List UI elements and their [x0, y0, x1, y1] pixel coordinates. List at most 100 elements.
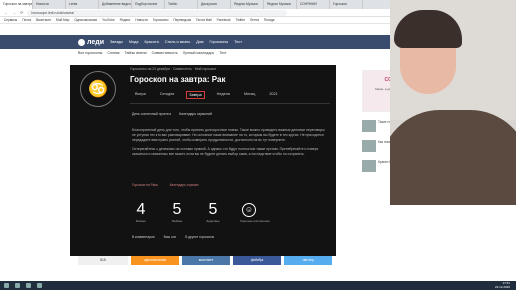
- bookmark-item[interactable]: Вконтакте: [36, 18, 51, 22]
- bookmark-item[interactable]: Twitter: [236, 18, 245, 22]
- bookmark-item[interactable]: YouTube: [102, 18, 115, 22]
- bookmark-item[interactable]: Facebook: [217, 18, 231, 22]
- stat-value: 4: [136, 201, 146, 218]
- nav-item[interactable]: Стиль и жизнь: [165, 40, 191, 44]
- browser-tab[interactable]: Новости: [33, 0, 66, 9]
- system-clock[interactable]: 17:51 23.12.2020: [494, 281, 510, 289]
- stat-love: 5 Любовь: [168, 201, 186, 223]
- stat-health: 5 Здоровье: [204, 201, 222, 223]
- nav-item[interactable]: Дом: [196, 40, 203, 44]
- subnav-item[interactable]: Тест: [219, 51, 226, 56]
- url-input[interactable]: horoscope.ledi.ru/rak/zavtra/: [27, 9, 288, 16]
- bookmark-item[interactable]: Переводчик: [173, 18, 191, 22]
- back-icon[interactable]: ←: [4, 10, 8, 15]
- smile-icon: ☺: [242, 203, 256, 217]
- subnav-item[interactable]: Сонник: [107, 51, 119, 56]
- bookmark-item[interactable]: Погода: [264, 18, 275, 22]
- tab-tomorrow[interactable]: Завтра: [186, 91, 205, 99]
- tab-today[interactable]: Сегодня: [158, 91, 177, 99]
- tab-month[interactable]: Месяц: [242, 91, 257, 99]
- browser-tab[interactable]: Twitch: [165, 0, 198, 9]
- horoscope-paragraph: Остерегайтесь с денежных на основах прям…: [132, 147, 319, 156]
- site-logo[interactable]: леди: [78, 38, 104, 46]
- share-ok-button[interactable]: одноклассники: [131, 255, 179, 265]
- browser-tab[interactable]: Яндекс Музыка: [264, 0, 297, 9]
- related-link[interactable]: Календарь стрижек: [170, 183, 199, 187]
- subnav-item[interactable]: Тайны имени: [125, 51, 147, 56]
- subnav-item[interactable]: Совместимость: [152, 51, 178, 56]
- start-icon[interactable]: [4, 283, 9, 288]
- sub-navigation: Все гороскопы Сонник Тайны имени Совмест…: [0, 49, 390, 58]
- other-horoscopes-link[interactable]: В другие гороскопы: [185, 235, 214, 239]
- stat-value: 5: [208, 201, 218, 218]
- article-thumbnail: [362, 140, 376, 152]
- browser-tab[interactable]: Дискуссия: [198, 0, 231, 9]
- period-tabs: Вчера Сегодня Завтра Неделя Месяц 2021: [133, 91, 280, 99]
- site-header: леди Звезды Мода Красота Стиль и жизнь Д…: [0, 35, 390, 49]
- article-thumbnail: [362, 160, 376, 172]
- stat-value: 5: [172, 201, 182, 218]
- tab-year[interactable]: 2021: [267, 91, 279, 99]
- browser-icon[interactable]: [26, 283, 31, 288]
- nav-item[interactable]: Тест: [234, 40, 242, 44]
- browser-tab[interactable]: Яндекс.Музыка: [231, 0, 264, 9]
- related-link[interactable]: Гороскоп на Раки: [132, 183, 158, 187]
- comments-link[interactable]: В комментарии: [132, 235, 155, 239]
- horoscope-panel: Гороскопы на 23 декабря · Совместить · М…: [70, 65, 336, 256]
- breadcrumb[interactable]: Гороскопы на 23 декабря · Совместить · М…: [130, 67, 216, 71]
- share-vk-button[interactable]: вконтакте: [182, 255, 230, 265]
- bookmark-item[interactable]: Новости: [135, 18, 147, 22]
- bookmark-item[interactable]: Яндекс: [120, 18, 131, 22]
- subnav-item[interactable]: Все гороскопы: [78, 51, 102, 56]
- meta-calendar[interactable]: Календарь гармоний: [179, 112, 212, 116]
- bookmarks-bar: Сервисы Почта Вконтакте Мой Мир Одноклас…: [0, 17, 390, 24]
- meta-forecast[interactable]: День солнечный прогноз: [132, 112, 171, 116]
- reload-icon[interactable]: ⟳: [20, 10, 23, 15]
- share-bar: 815 одноклассники вконтакте фейсбук твит…: [78, 254, 338, 266]
- nav-item[interactable]: Звезды: [110, 40, 123, 44]
- clock-date: 23.12.2020: [494, 284, 510, 289]
- browser-tab[interactable]: Гороскоп на завтра для Рак: [0, 0, 33, 9]
- page-title: Гороскоп на завтра: Рак: [130, 75, 226, 84]
- browser-tab[interactable]: СОНЯНИИ: [297, 0, 330, 9]
- tab-week[interactable]: Неделя: [215, 91, 232, 99]
- bookmark-item[interactable]: Почта Mail: [196, 18, 212, 22]
- share-count: 815: [78, 255, 128, 265]
- nav-item[interactable]: Гороскопы: [210, 40, 229, 44]
- horoscope-meta: День солнечный прогноз Календарь гармони…: [132, 112, 212, 116]
- hero-actions: В комментарии Ваш сон В другие гороскопы: [132, 235, 214, 239]
- divider: [130, 103, 330, 104]
- dream-link[interactable]: Ваш сон: [164, 235, 177, 239]
- bookmark-item[interactable]: Одноклассники: [74, 18, 97, 22]
- bookmark-item[interactable]: Мой Мир: [56, 18, 69, 22]
- logo-icon: [78, 38, 85, 46]
- tab-yesterday[interactable]: Вчера: [133, 91, 148, 99]
- browser-tab[interactable]: Lenta: [66, 0, 99, 9]
- folder-icon[interactable]: [37, 283, 42, 288]
- bookmark-item[interactable]: Сервисы: [4, 18, 17, 22]
- share-facebook-button[interactable]: фейсбук: [233, 255, 281, 265]
- nav-item[interactable]: Мода: [129, 40, 139, 44]
- browser-tab[interactable]: Гороскоп: [330, 0, 363, 9]
- logo-text: леди: [87, 38, 104, 46]
- stat-business: 4 Бизнес: [132, 201, 150, 223]
- share-twitter-button[interactable]: твиттер: [284, 255, 332, 265]
- bookmark-item[interactable]: Гороскопы: [153, 18, 169, 22]
- horoscope-text: Благоприятный день для того, чтобы приня…: [132, 128, 328, 161]
- bookmark-item[interactable]: Почта: [22, 18, 31, 22]
- horoscope-paragraph: Благоприятный день для того, чтобы приня…: [132, 128, 325, 142]
- browser-tab[interactable]: Подбор писем: [132, 0, 165, 9]
- browser-tab[interactable]: Добавление видео: [99, 0, 132, 9]
- person-shirt: [390, 110, 516, 205]
- bookmark-item[interactable]: Лента: [250, 18, 259, 22]
- stat-label: Бизнес: [136, 219, 146, 223]
- webcam-overlay: [390, 0, 516, 205]
- cancer-sign-icon: ♋: [80, 71, 116, 107]
- stat-label: Любовь: [171, 219, 183, 223]
- subnav-item[interactable]: Лунный календарь: [183, 51, 214, 56]
- related-links: Гороскоп на Раки Календарь стрижек: [132, 183, 199, 187]
- stat-label: Хорошее настроение: [240, 219, 270, 223]
- search-icon[interactable]: [15, 283, 20, 288]
- nav-item[interactable]: Красота: [144, 40, 158, 44]
- forward-icon[interactable]: →: [12, 10, 16, 15]
